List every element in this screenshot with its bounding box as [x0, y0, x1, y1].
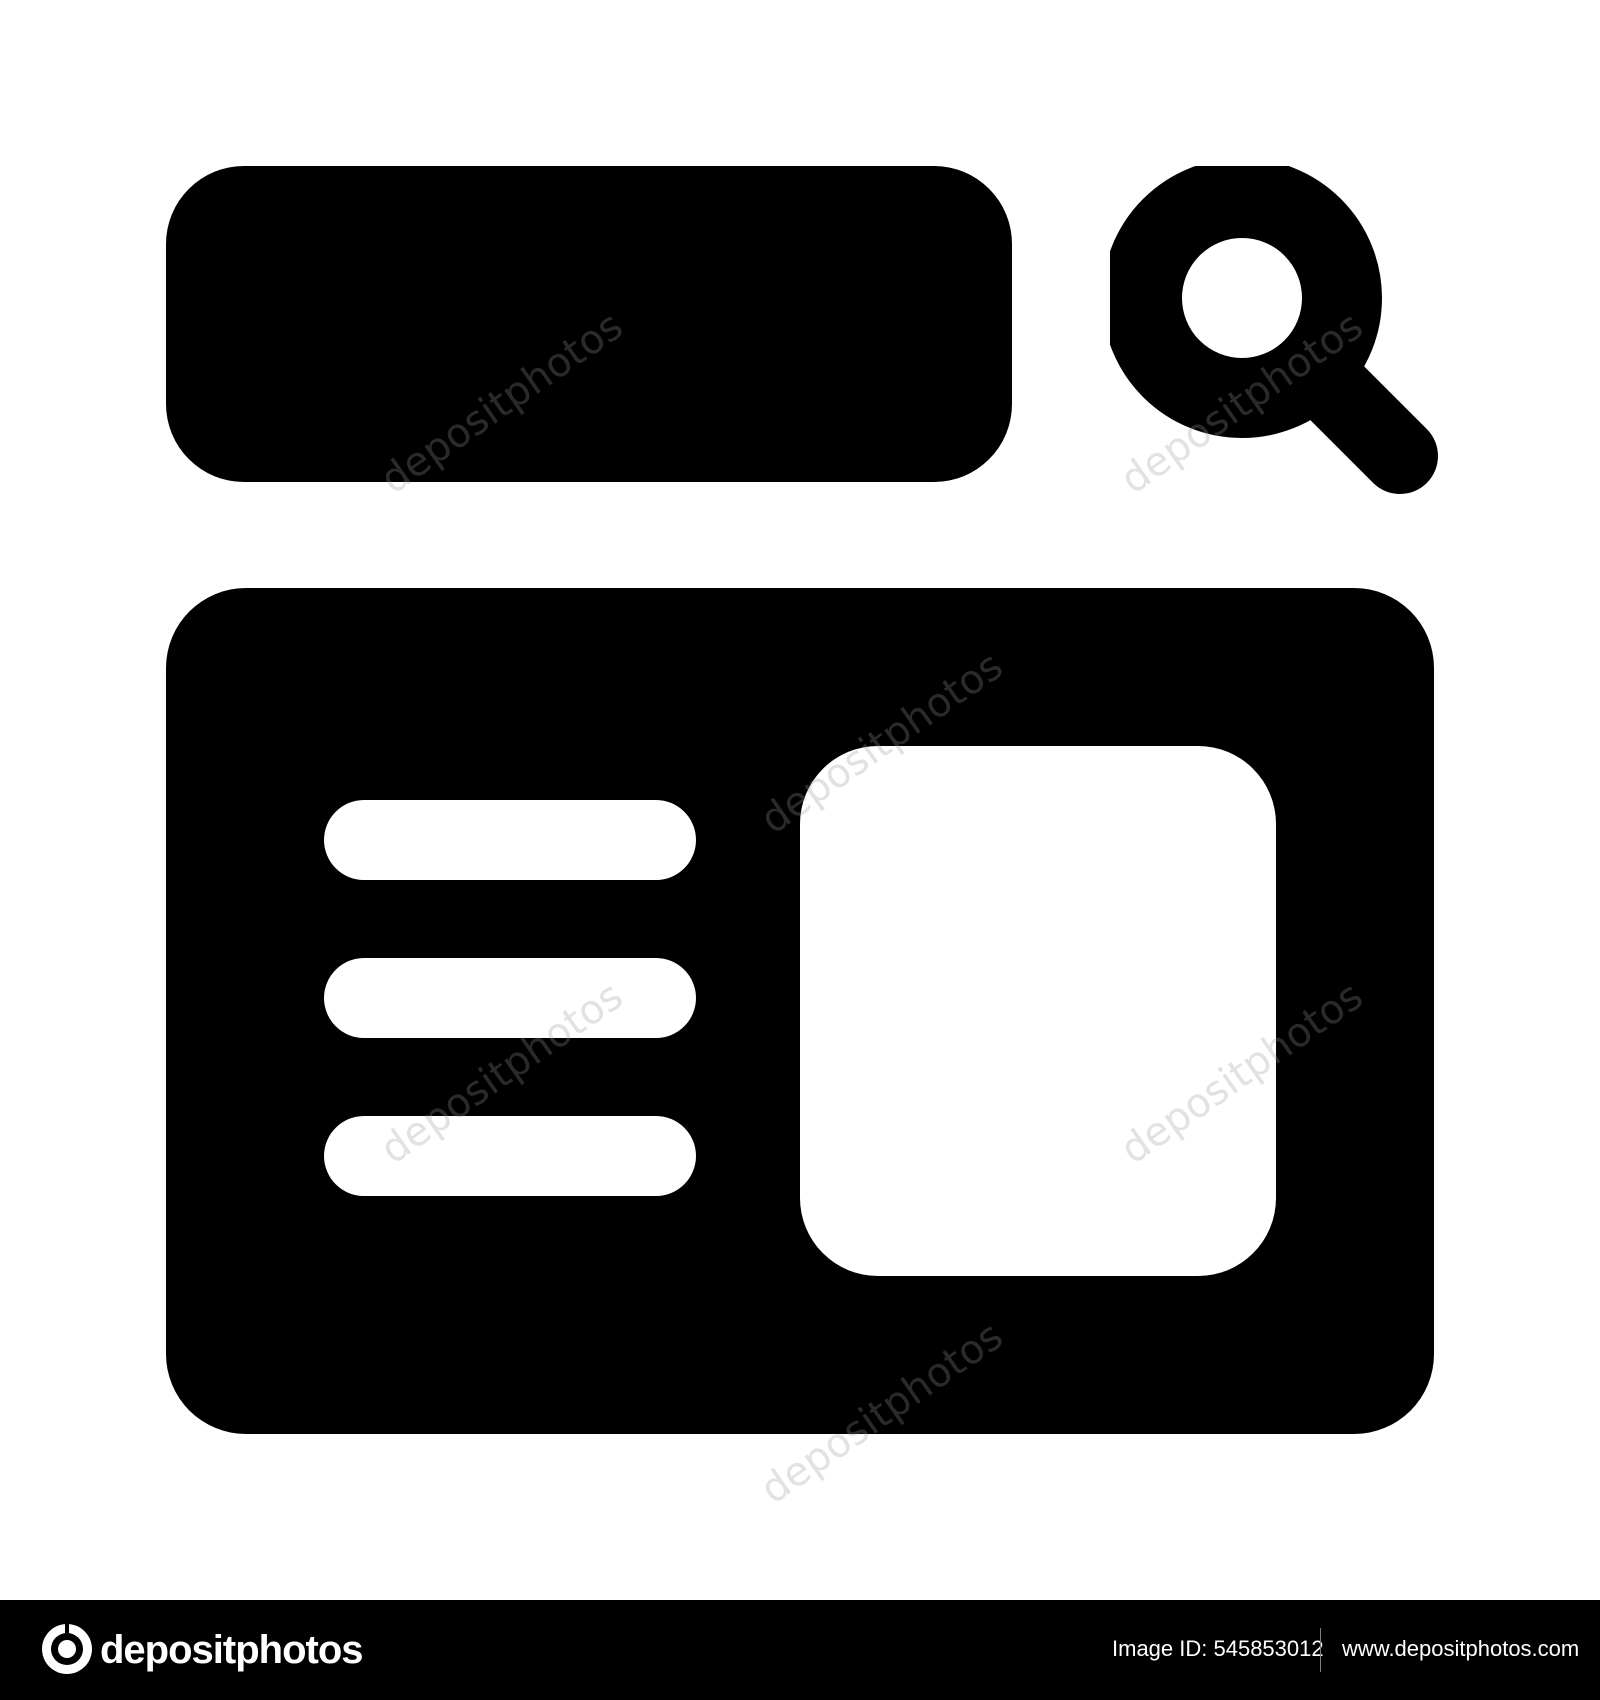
- web-search-icon: depositphotos depositphotos depositphoto…: [0, 0, 1600, 1600]
- footer-brand: depositphotos: [100, 1628, 364, 1672]
- image-placeholder: [800, 746, 1276, 1276]
- text-line-1: [324, 800, 696, 880]
- text-line-3: [324, 1116, 696, 1196]
- magnifier-handle: [1274, 330, 1438, 494]
- search-bar-icon: [166, 166, 1012, 482]
- footer-url: www.depositphotos.com: [1342, 1636, 1580, 1661]
- webpage-card-icon: [166, 588, 1434, 1434]
- footer-bar: depositphotos Image ID: 545853012 www.de…: [0, 1600, 1600, 1700]
- text-line-2: [324, 958, 696, 1038]
- image-id: Image ID: 545853012: [1112, 1636, 1324, 1661]
- footer-divider: [1320, 1628, 1321, 1672]
- depositphotos-logo-icon: [42, 1624, 92, 1674]
- magnifier-icon: [1110, 166, 1438, 494]
